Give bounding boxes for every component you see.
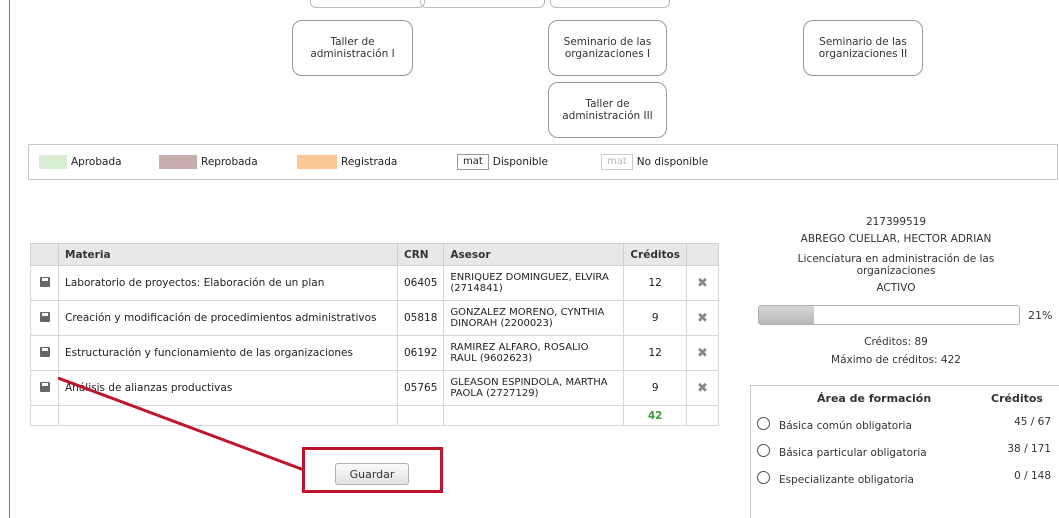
area-label: Básica particular obligatoria	[779, 447, 927, 459]
course-card[interactable]: Seminario de las organizaciones I	[548, 20, 667, 76]
course-title-line: Seminario de las	[819, 36, 907, 48]
student-id: 217399519	[865, 216, 927, 228]
save-button[interactable]: Guardar	[335, 463, 409, 485]
mat-tag: mat	[457, 154, 489, 170]
total-credits: 42	[623, 405, 687, 426]
asesor-cell: GLEASON ESPINDOLA, MARTHA PAOLA (2727129…	[443, 370, 625, 406]
crn-cell: 05765	[396, 370, 445, 406]
registered-swatch	[297, 155, 337, 169]
failed-swatch	[159, 155, 197, 169]
asesor-cell: GONZALEZ MORENO, CYNTHIA DINORAH (220002…	[443, 300, 625, 336]
legend-label: Aprobada	[71, 156, 122, 168]
course-card[interactable]: Seminario de las organizaciones II	[803, 20, 923, 76]
radio-button[interactable]	[757, 417, 770, 430]
col-header-creditos: Créditos	[623, 243, 687, 266]
area-credits: 0 / 148	[1014, 470, 1051, 482]
materia-cell: Estructuración y funcionamiento de las o…	[58, 335, 398, 371]
table-row: Estructuración y funcionamiento de las o…	[30, 335, 719, 371]
radio-button[interactable]	[757, 444, 770, 457]
total-row: 42	[30, 405, 719, 426]
enrolled-subjects-table: Materia CRN Asesor Créditos Laboratorio …	[30, 243, 719, 426]
table-row: Análisis de alianzas productivas 05765 G…	[30, 370, 719, 406]
approved-swatch	[39, 155, 67, 169]
area-credits: 45 / 67	[1014, 416, 1051, 428]
floppy-icon[interactable]	[39, 346, 50, 357]
creditos-cell: 12	[623, 335, 687, 371]
progress-fill	[759, 306, 814, 324]
remove-icon[interactable]: ✖	[686, 300, 719, 336]
legend-registered: Registrada	[297, 154, 397, 170]
area-credits: 38 / 171	[1007, 443, 1051, 455]
max-credits: Máximo de créditos: 422	[831, 354, 961, 366]
area-row[interactable]: Básica particular obligatoria 38 / 171	[757, 443, 1057, 463]
legend-available: mat Disponible	[457, 154, 548, 170]
remove-icon[interactable]: ✖	[686, 370, 719, 406]
radio-button[interactable]	[757, 471, 770, 484]
legend-label: Registrada	[341, 156, 398, 168]
materia-cell: Laboratorio de proyectos: Elaboración de…	[58, 265, 398, 301]
materia-cell: Creación y modificación de procedimiento…	[58, 300, 398, 336]
legend-approved: Aprobada	[39, 154, 122, 170]
course-title-line: administración III	[562, 110, 653, 122]
area-label: Especializante obligatoria	[779, 474, 914, 486]
status-legend: Aprobada Reprobada Registrada mat Dispon…	[28, 144, 1058, 180]
table-header-row: Materia CRN Asesor Créditos	[30, 243, 719, 266]
course-title-line: administración I	[310, 48, 395, 60]
legend-label: Reprobada	[201, 156, 258, 168]
crn-cell: 06405	[396, 265, 445, 301]
floppy-icon[interactable]	[39, 276, 50, 287]
table-row: Creación y modificación de procedimiento…	[30, 300, 719, 336]
credits-progress-bar	[758, 305, 1020, 325]
asesor-cell: RAMIREZ ALFARO, ROSALIO RAUL (9602623)	[443, 335, 625, 371]
area-row[interactable]: Básica común obligatoria 45 / 67	[757, 416, 1057, 436]
floppy-icon[interactable]	[39, 311, 50, 322]
student-program: Licenciatura en administración de las	[797, 253, 995, 265]
legend-unavailable: mat No disponible	[601, 154, 708, 170]
remove-icon[interactable]: ✖	[686, 335, 719, 371]
crn-cell: 06192	[396, 335, 445, 371]
legend-failed: Reprobada	[159, 154, 258, 170]
area-label: Básica común obligatoria	[779, 420, 912, 432]
creditos-cell: 9	[623, 370, 687, 406]
student-program: organizaciones	[856, 265, 936, 277]
areas-credits-header: Créditos	[991, 392, 1043, 405]
asesor-cell: ENRIQUEZ DOMINGUEZ, ELVIRA (2714841)	[443, 265, 625, 301]
remove-icon[interactable]: ✖	[686, 265, 719, 301]
legend-label: No disponible	[636, 156, 709, 168]
course-card[interactable]: Taller de administración I	[292, 20, 413, 76]
course-title-line: Taller de	[330, 36, 375, 48]
crn-cell: 05818	[396, 300, 445, 336]
materia-cell: Análisis de alianzas productivas	[58, 370, 398, 406]
student-name: ABREGO CUELLAR, HECTOR ADRIAN	[800, 233, 992, 245]
floppy-icon[interactable]	[39, 381, 50, 392]
student-status: ACTIVO	[876, 282, 916, 294]
training-areas-panel: Área de formación Créditos Básica común …	[750, 385, 1059, 518]
progress-percent: 21%	[1028, 309, 1053, 322]
area-row[interactable]: Especializante obligatoria 0 / 148	[757, 470, 1057, 490]
course-title-line: Taller de	[585, 98, 630, 110]
credits-earned: Créditos: 89	[864, 336, 928, 348]
col-header-materia: Materia	[58, 243, 398, 266]
areas-header: Área de formación	[817, 392, 932, 405]
course-card[interactable]: Taller de administración III	[548, 82, 667, 138]
course-title-line: organizaciones I	[564, 48, 651, 60]
legend-label: Disponible	[492, 156, 548, 168]
course-title-line: organizaciones II	[818, 48, 908, 60]
mat-tag: mat	[601, 154, 633, 170]
col-header-asesor: Asesor	[443, 243, 625, 266]
table-row: Laboratorio de proyectos: Elaboración de…	[30, 265, 719, 301]
creditos-cell: 12	[623, 265, 687, 301]
col-header-crn: CRN	[396, 243, 445, 266]
creditos-cell: 9	[623, 300, 687, 336]
course-title-line: Seminario de las	[563, 36, 652, 48]
